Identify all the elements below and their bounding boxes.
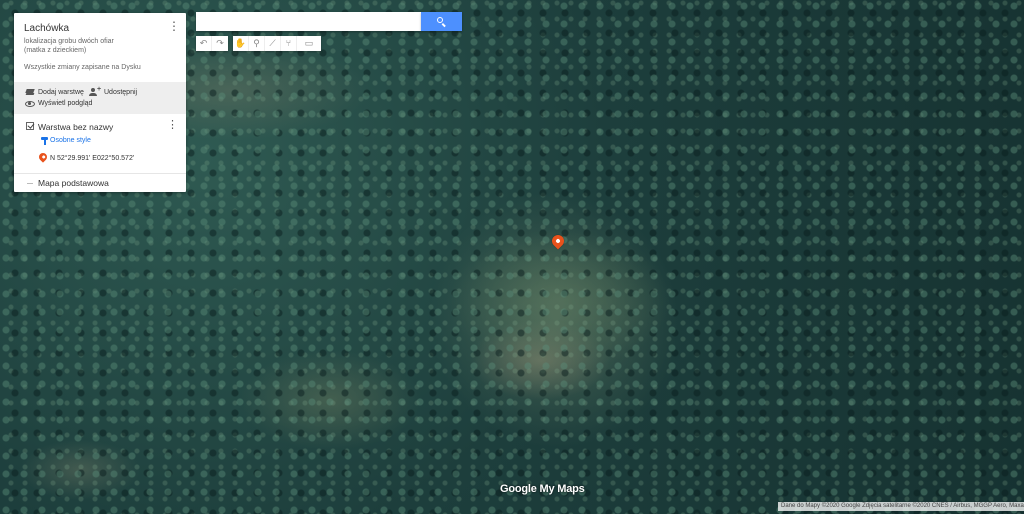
place-marker-icon [37,151,49,163]
save-status: Wszystkie zmiany zapisane na Dysku [24,64,141,71]
side-panel: Lachówka ⋮ lokalizacja grobu dwóch ofiar… [14,13,186,192]
map-description[interactable]: lokalizacja grobu dwóch ofiar (matka z d… [24,38,164,55]
marker-icon[interactable]: ⚲ [249,36,265,51]
redo-icon[interactable]: ↷ [212,36,228,51]
map-attribution[interactable]: Dane do Mapy ©2020 Google Zdjęcia sateli… [778,502,1024,511]
add-layer-label: Dodaj warstwę [38,88,84,96]
add-person-icon: + [89,86,101,96]
hand-icon[interactable]: ✋ [233,36,249,51]
search-icon [437,17,443,23]
share-label: Udostępnij [104,88,138,96]
drawing-tools-group: ✋ ⚲ ⟋ ⑂ ▭ [233,36,321,51]
base-map-expand-icon[interactable] [26,179,34,187]
layer-name[interactable]: Warstwa bez nazwy [38,122,113,132]
eye-icon [25,100,35,107]
divider [14,173,186,174]
preview-button[interactable]: Wyświetl podgląd [25,100,92,107]
undo-icon[interactable]: ↶ [196,36,212,51]
undo-redo-group: ↶ ↷ [196,36,228,51]
add-layer-button[interactable]: Dodaj warstwę [25,88,84,96]
more-vert-icon[interactable]: ⋮ [168,20,180,32]
share-button[interactable]: + Udostępnij [89,86,138,96]
base-map-label[interactable]: Mapa podstawowa [38,178,109,188]
layer-checkbox[interactable] [26,122,34,130]
place-item[interactable]: N 52°29.991' E022°50.572' [50,155,134,162]
search-button[interactable] [421,12,462,31]
google-my-maps-logo: Google My Maps [500,483,585,495]
ruler-icon[interactable]: ▭ [297,36,321,51]
layers-icon [25,88,35,96]
layer-more-vert-icon[interactable]: ⋮ [167,119,178,131]
layer-style-link[interactable]: Osobne style [50,137,91,144]
directions-icon[interactable]: ⑂ [281,36,297,51]
actions-bar: Dodaj warstwę + Udostępnij Wyświetl podg… [14,82,186,114]
paint-roller-icon [41,137,48,145]
map-title[interactable]: Lachówka [24,23,69,34]
search-input[interactable] [196,12,421,31]
preview-label: Wyświetl podgląd [38,100,93,107]
line-icon[interactable]: ⟋ [265,36,281,51]
